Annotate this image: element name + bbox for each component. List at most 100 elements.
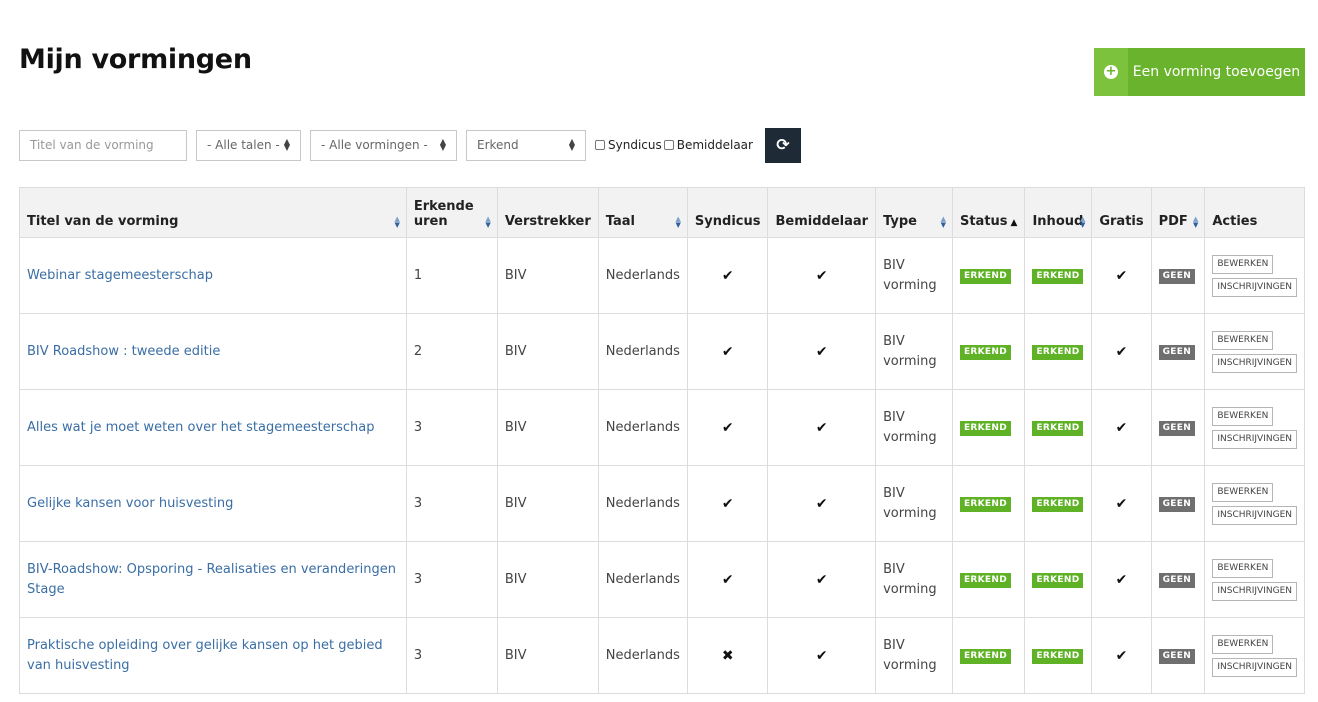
free-check-icon: ✔ [1115, 571, 1128, 588]
cell-hours: 3 [405, 465, 498, 542]
training-select[interactable]: - Alle vormingen - ▲ ▼ [310, 129, 457, 161]
status-select-value: Erkend [477, 138, 519, 152]
cell-language: Nederlands [597, 465, 688, 542]
cell-hours: 2 [405, 313, 498, 390]
registrations-button[interactable]: INSCHRIJVINGEN [1212, 657, 1297, 677]
col-header-type[interactable]: Type ▲ ▼ [875, 187, 953, 238]
status-badge: ERKEND [959, 573, 1011, 588]
edit-button[interactable]: BEWERKEN [1212, 406, 1274, 426]
bemiddelaar-mark-icon: ✔ [815, 267, 828, 284]
cell-pdf: GEEN [1150, 237, 1206, 314]
col-header-pdf[interactable]: PDF ▲ ▼ [1150, 187, 1206, 238]
language-select[interactable]: - Alle talen - ▲ ▼ [196, 129, 301, 161]
edit-button[interactable]: BEWERKEN [1212, 330, 1274, 350]
edit-button[interactable]: BEWERKEN [1212, 254, 1274, 274]
registrations-button[interactable]: INSCHRIJVINGEN [1212, 277, 1297, 297]
edit-button[interactable]: BEWERKEN [1212, 558, 1274, 578]
title-search-input[interactable]: Titel van de vorming [19, 129, 187, 161]
col-header-actions-label: Acties [1212, 214, 1258, 229]
cell-free: ✔ [1091, 541, 1152, 618]
col-header-pdf-label: PDF [1158, 214, 1188, 229]
cell-content: ERKEND [1024, 617, 1093, 694]
cell-bemiddelaar: ✔ [767, 541, 877, 618]
syndicus-mark-icon: ✔ [721, 571, 734, 588]
syndicus-mark-icon: ✔ [721, 267, 734, 284]
cell-language: Nederlands [597, 541, 688, 618]
col-header-title[interactable]: Titel van de vorming ▲ ▼ [19, 187, 407, 238]
cell-language: Nederlands [597, 617, 688, 694]
bemiddelaar-checkbox-label: Bemiddelaar [676, 138, 753, 152]
add-training-button[interactable]: + Een vorming toevoegen [1094, 48, 1305, 96]
training-title-link[interactable]: BIV-Roadshow: Opsporing - Realisaties en… [27, 560, 399, 600]
table-row: Alles wat je moet weten over het stageme… [19, 389, 1305, 466]
edit-button[interactable]: BEWERKEN [1212, 482, 1274, 502]
cell-content: ERKEND [1024, 389, 1093, 466]
cell-status: ERKEND [951, 541, 1026, 618]
cell-actions: BEWERKEN INSCHRIJVINGEN [1204, 237, 1305, 314]
checkbox-box[interactable] [595, 140, 605, 150]
registrations-button[interactable]: INSCHRIJVINGEN [1212, 353, 1297, 373]
training-title-link[interactable]: Alles wat je moet weten over het stageme… [27, 418, 399, 438]
cell-status: ERKEND [951, 465, 1026, 542]
cell-title: BIV-Roadshow: Opsporing - Realisaties en… [19, 541, 407, 618]
table-row: Praktische opleiding over gelijke kansen… [19, 617, 1305, 694]
table-row: Gelijke kansen voor huisvesting 3 BIV Ne… [19, 465, 1305, 542]
col-header-bemiddelaar-label: Bemiddelaar [775, 214, 869, 229]
cell-free: ✔ [1091, 617, 1152, 694]
syndicus-checkbox-label: Syndicus [608, 138, 662, 152]
cell-hours: 3 [405, 389, 498, 466]
training-title-link[interactable]: BIV Roadshow : tweede editie [27, 342, 399, 362]
cell-syndicus: ✖ [686, 617, 769, 694]
cell-language: Nederlands [597, 313, 688, 390]
bemiddelaar-checkbox[interactable]: Bemiddelaar [663, 138, 753, 152]
edit-button[interactable]: BEWERKEN [1212, 634, 1274, 654]
cell-content: ERKEND [1024, 313, 1093, 390]
cell-syndicus: ✔ [686, 465, 769, 542]
status-select[interactable]: Erkend ▲ ▼ [466, 129, 586, 161]
cell-actions: BEWERKEN INSCHRIJVINGEN [1204, 617, 1305, 694]
cell-type: BIV vorming [875, 465, 953, 542]
pdf-badge: GEEN [1158, 421, 1196, 436]
cell-title: Gelijke kansen voor huisvesting [19, 465, 407, 542]
cell-actions: BEWERKEN INSCHRIJVINGEN [1204, 389, 1305, 466]
col-header-content-label: Inhoud [1032, 214, 1084, 229]
col-header-actions: Acties [1204, 187, 1305, 238]
syndicus-mark-icon: ✔ [721, 343, 734, 360]
cell-provider: BIV [496, 541, 599, 618]
cell-bemiddelaar: ✔ [767, 313, 877, 390]
cell-status: ERKEND [951, 617, 1026, 694]
checkbox-box[interactable] [663, 140, 674, 150]
cell-syndicus: ✔ [686, 237, 769, 314]
registrations-button[interactable]: INSCHRIJVINGEN [1212, 505, 1297, 525]
syndicus-checkbox[interactable]: Syndicus [595, 138, 662, 152]
col-header-free-label: Gratis [1099, 214, 1144, 229]
cell-hours: 3 [405, 617, 498, 694]
col-header-language[interactable]: Taal ▲ ▼ [597, 187, 688, 238]
cell-provider: BIV [496, 237, 599, 314]
registrations-button[interactable]: INSCHRIJVINGEN [1212, 581, 1297, 601]
cell-content: ERKEND [1024, 465, 1093, 542]
cell-provider: BIV [496, 465, 599, 542]
col-header-hours[interactable]: Erkende uren ▲ ▼ [405, 187, 498, 238]
col-header-hours-label-2: uren [413, 214, 448, 229]
content-badge: ERKEND [1032, 649, 1084, 664]
cell-pdf: GEEN [1150, 313, 1206, 390]
col-header-bemiddelaar: Bemiddelaar [767, 187, 877, 238]
cell-title: Praktische opleiding over gelijke kansen… [19, 617, 407, 694]
col-header-content[interactable]: Inhoud ▲ ▼ [1024, 187, 1093, 238]
cell-type: BIV vorming [875, 541, 953, 618]
cell-language: Nederlands [597, 237, 688, 314]
training-title-link[interactable]: Praktische opleiding over gelijke kansen… [27, 636, 399, 676]
col-header-status[interactable]: Status ▲ [951, 187, 1026, 238]
pdf-badge: GEEN [1158, 573, 1196, 588]
col-header-title-label: Titel van de vorming [27, 214, 179, 229]
free-check-icon: ✔ [1115, 647, 1128, 664]
registrations-button[interactable]: INSCHRIJVINGEN [1212, 429, 1297, 449]
free-check-icon: ✔ [1115, 343, 1128, 360]
status-badge: ERKEND [959, 649, 1011, 664]
training-title-link[interactable]: Webinar stagemeesterschap [27, 266, 399, 286]
refresh-button[interactable]: ⟳ [764, 127, 801, 163]
pdf-badge: GEEN [1158, 497, 1196, 512]
training-title-link[interactable]: Gelijke kansen voor huisvesting [27, 494, 399, 514]
cell-hours: 3 [405, 541, 498, 618]
